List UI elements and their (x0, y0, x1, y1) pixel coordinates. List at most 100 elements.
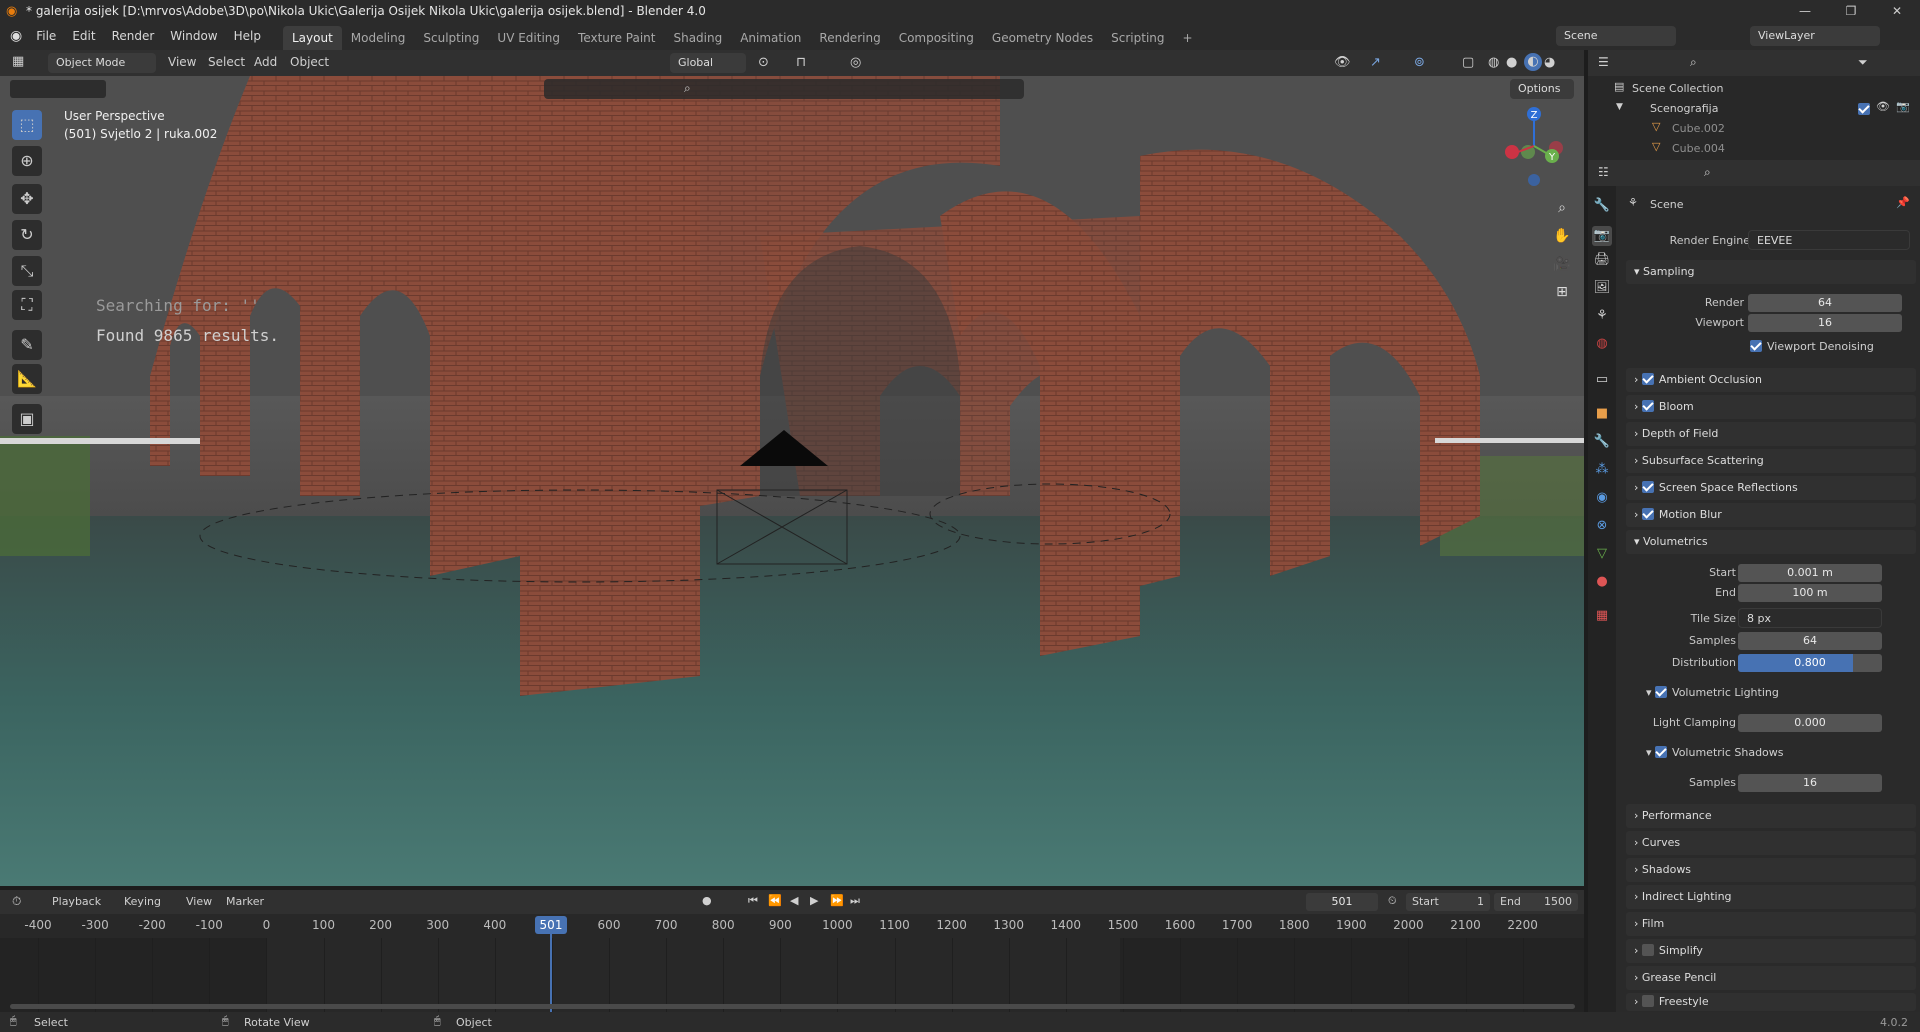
selection-mode-group[interactable] (10, 80, 106, 98)
gizmo-icon[interactable]: ↗ (1370, 55, 1381, 70)
menu-timeline-view[interactable]: View (186, 895, 212, 908)
outliner-collection[interactable]: Scenografija (1650, 102, 1718, 115)
vol-end-field[interactable]: 100 m (1738, 584, 1882, 602)
constraints-tab-icon[interactable]: ⊗ (1592, 516, 1612, 536)
move-tool-icon[interactable]: ✥ (12, 184, 42, 214)
cursor-tool-icon[interactable]: ⊕ (12, 146, 42, 176)
render-tab-icon[interactable]: 📷 (1592, 226, 1612, 246)
particles-tab-icon[interactable]: ⁂ (1592, 460, 1612, 480)
play-icon[interactable]: ▶ (810, 894, 818, 907)
rendered-shading-icon[interactable]: ◕ (1544, 55, 1555, 70)
pin-icon[interactable]: 📌 (1896, 196, 1910, 209)
proportional-edit-icon[interactable]: ◎ (850, 55, 861, 70)
menu-file[interactable]: File (28, 22, 64, 50)
output-tab-icon[interactable]: 🖨 (1592, 250, 1612, 270)
visibility-icon[interactable]: 👁 (1334, 55, 1351, 70)
collection-tab-icon[interactable]: ▭ (1592, 370, 1612, 390)
outliner-root[interactable]: Scene Collection (1632, 82, 1723, 95)
rotate-tool-icon[interactable]: ↻ (12, 220, 42, 250)
tab-animation[interactable]: Animation (731, 26, 810, 50)
panel-film[interactable]: › Film (1626, 912, 1916, 936)
collection-expand-icon[interactable]: ▼ (1616, 102, 1623, 112)
transform-tool-icon[interactable]: ⛶ (12, 290, 42, 320)
tab-compositing[interactable]: Compositing (890, 26, 983, 50)
editor-type-icon[interactable]: ▦ (12, 54, 24, 69)
mode-selector[interactable]: Object Mode (48, 53, 156, 73)
add-workspace-icon[interactable]: + (1174, 26, 1202, 50)
orientation-selector[interactable]: Global (670, 53, 746, 73)
outliner-item-cube-004[interactable]: Cube.004 (1672, 142, 1725, 155)
collection-visibility-icon[interactable]: 👁 (1876, 100, 1890, 113)
menu-playback[interactable]: Playback (52, 895, 101, 908)
object-tab-icon[interactable]: ■ (1592, 404, 1612, 424)
timeline[interactable]: -400 -300 -200 -100 0 100 200 300 400 501 600 700 80… (0, 914, 1584, 1014)
zoom-icon[interactable]: ⌕ (1550, 196, 1574, 220)
data-tab-icon[interactable]: ▽ (1592, 544, 1612, 564)
panel-bloom[interactable]: › Bloom (1626, 395, 1916, 419)
next-keyframe-icon[interactable]: ⏩ (830, 894, 844, 907)
panel-sampling[interactable]: ▾ Sampling (1626, 260, 1916, 284)
xray-icon[interactable]: ▢ (1462, 55, 1474, 70)
panel-simplify[interactable]: › Simplify (1626, 939, 1916, 963)
wireframe-shading-icon[interactable]: ◍ (1488, 55, 1499, 70)
blender-menu-icon[interactable]: ◉ (10, 28, 22, 44)
pan-hand-icon[interactable]: ✋ (1550, 224, 1574, 248)
view-layer-tab-icon[interactable]: 🖼 (1592, 278, 1612, 298)
panel-grease-pencil[interactable]: › Grease Pencil (1626, 966, 1916, 990)
perspective-grid-icon[interactable]: ⊞ (1550, 280, 1574, 304)
vol-clamp-field[interactable]: 0.000 (1738, 714, 1882, 732)
vol-shadows-toggle[interactable]: ▾ Volumetric Shadows (1646, 746, 1784, 759)
tab-texture-paint[interactable]: Texture Paint (569, 26, 664, 50)
3d-viewport[interactable]: User Perspective (501) Svjetlo 2 | ruka.… (0, 76, 1584, 886)
vol-tile-select[interactable]: 8 px (1738, 608, 1882, 628)
menu-window[interactable]: Window (162, 22, 225, 50)
overlay-icon[interactable]: ⊚ (1414, 55, 1425, 70)
end-frame-field[interactable]: End 1500 (1494, 893, 1578, 911)
close-icon[interactable]: ✕ (1874, 0, 1920, 22)
physics-tab-icon[interactable]: ◉ (1592, 488, 1612, 508)
options-dropdown[interactable]: Options (1510, 79, 1574, 99)
annotate-tool-icon[interactable]: ✎ (12, 330, 42, 360)
menu-help[interactable]: Help (226, 22, 269, 50)
panel-screen-space-reflections[interactable]: › Screen Space Reflections (1626, 476, 1916, 500)
timeline-scrollbar[interactable] (10, 1004, 1575, 1009)
minimize-icon[interactable]: — (1782, 0, 1828, 22)
vol-start-field[interactable]: 0.001 m (1738, 564, 1882, 582)
record-icon[interactable]: ● (702, 894, 712, 907)
menu-object[interactable]: Object (290, 55, 329, 69)
menu-marker[interactable]: Marker (226, 895, 264, 908)
timeline-editor-icon[interactable]: ⏱ (12, 894, 21, 909)
menu-add[interactable]: Add (254, 55, 277, 69)
tab-scripting[interactable]: Scripting (1102, 26, 1173, 50)
panel-subsurface-scattering[interactable]: › Subsurface Scattering (1626, 449, 1916, 473)
outliner-item-cube-002[interactable]: Cube.002 (1672, 122, 1725, 135)
scale-tool-icon[interactable]: ⤡ (12, 256, 42, 286)
scene-tab-icon[interactable]: ⚘ (1592, 306, 1612, 326)
panel-depth-of-field[interactable]: › Depth of Field (1626, 422, 1916, 446)
outliner-editor-icon[interactable]: ☰ (1598, 55, 1609, 69)
texture-tab-icon[interactable]: ▦ (1592, 606, 1612, 626)
vol-lighting-toggle[interactable]: ▾ Volumetric Lighting (1646, 686, 1779, 699)
tool-tab-icon[interactable]: 🔧 (1592, 196, 1612, 216)
panel-performance[interactable]: › Performance (1626, 804, 1916, 828)
camera-view-icon[interactable]: 🎥 (1550, 252, 1574, 276)
measure-tool-icon[interactable]: 📐 (12, 364, 42, 394)
world-tab-icon[interactable]: ◍ (1592, 334, 1612, 354)
panel-ambient-occlusion[interactable]: › Ambient Occlusion (1626, 368, 1916, 392)
outliner-filter-icon[interactable]: ⏷ (1858, 55, 1868, 70)
menu-select[interactable]: Select (208, 55, 245, 69)
filter-search-icon[interactable]: ⌕ (684, 81, 691, 96)
tab-uv-editing[interactable]: UV Editing (488, 26, 569, 50)
navigation-gizmo[interactable]: Z Y (1494, 106, 1574, 186)
modifier-tab-icon[interactable]: 🔧 (1592, 432, 1612, 452)
menu-edit[interactable]: Edit (64, 22, 103, 50)
tab-sculpting[interactable]: Sculpting (414, 26, 488, 50)
preview-range-icon[interactable]: ⏲ (1388, 894, 1397, 908)
tab-rendering[interactable]: Rendering (810, 26, 889, 50)
maximize-icon[interactable]: ❐ (1828, 0, 1874, 22)
panel-motion-blur[interactable]: › Motion Blur (1626, 503, 1916, 527)
start-frame-field[interactable]: Start 1 (1406, 893, 1490, 911)
panel-curves[interactable]: › Curves (1626, 831, 1916, 855)
viewlayer-selector[interactable]: ViewLayer (1750, 26, 1880, 46)
tab-modeling[interactable]: Modeling (342, 26, 415, 50)
